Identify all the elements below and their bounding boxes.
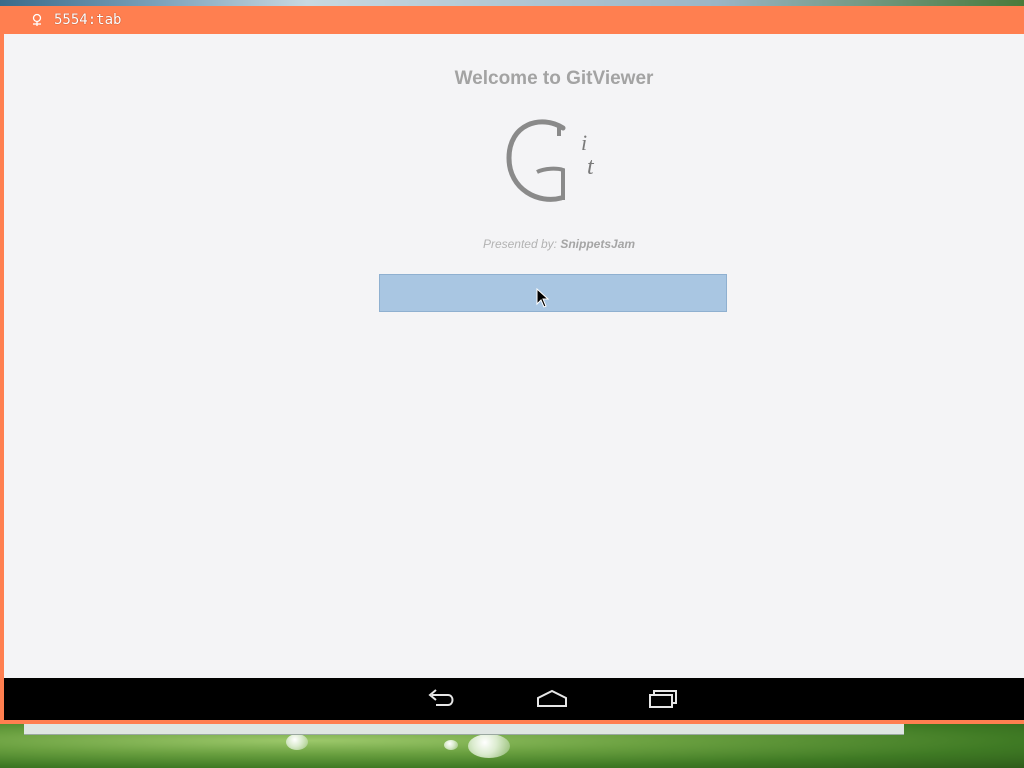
- android-navigation-bar: [4, 678, 1024, 720]
- recent-apps-icon[interactable]: [644, 686, 680, 712]
- back-icon[interactable]: [424, 686, 460, 712]
- window-title: 5554:tab: [54, 12, 122, 28]
- water-drop: [286, 734, 308, 750]
- svg-text:i: i: [581, 130, 587, 155]
- presented-by-text: Presented by: SnippetsJam: [474, 237, 644, 251]
- water-drop: [444, 740, 458, 750]
- mouse-cursor-icon: [536, 288, 550, 308]
- main-action-button[interactable]: [379, 274, 727, 312]
- presented-prefix: Presented by:: [482, 237, 561, 251]
- window-titlebar[interactable]: 5554:tab: [0, 6, 1024, 34]
- svg-text:t: t: [587, 154, 595, 180]
- water-drop: [468, 734, 510, 758]
- presented-brand: SnippetsJam: [560, 237, 636, 251]
- app-screen: Welcome to GitViewer i t Presented by: S…: [4, 34, 1024, 678]
- emulator-window: 5554:tab Welcome to GitViewer i t Presen…: [0, 6, 1024, 724]
- gitviewer-logo-icon: i t: [501, 112, 611, 212]
- android-robot-icon: [30, 13, 44, 27]
- home-icon[interactable]: [534, 686, 570, 712]
- welcome-title: Welcome to GitViewer: [454, 68, 654, 89]
